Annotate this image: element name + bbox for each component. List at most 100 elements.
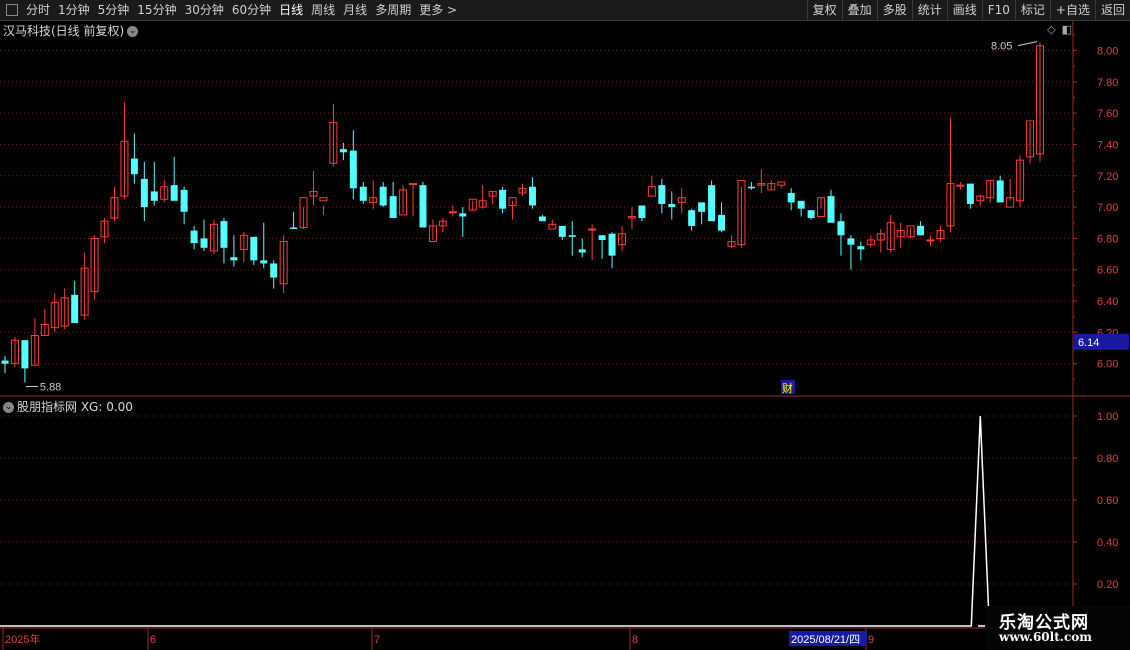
- candle-body-down: [996, 180, 1004, 203]
- period-tab-4[interactable]: 30分钟: [181, 0, 228, 20]
- watermark-line2: www.60lt.com: [999, 630, 1092, 644]
- period-tab-1[interactable]: 1分钟: [54, 0, 94, 20]
- price-tick-label: 6.40: [1097, 296, 1118, 308]
- candle-body-down: [230, 257, 238, 261]
- tool-button-2[interactable]: 多股: [876, 0, 912, 20]
- period-tab-8[interactable]: 月线: [339, 0, 371, 20]
- candle-body-down: [668, 203, 676, 208]
- candle-body-down: [389, 196, 397, 219]
- candle-body-down: [339, 149, 347, 153]
- candle-body-down: [200, 238, 208, 248]
- toolbar: 分时 1分钟 5分钟 15分钟 30分钟 60分钟 日线 周线 月线 多周期 更多 > 复权 叠加 多股…: [0, 0, 1130, 21]
- candle-body-down: [180, 189, 188, 212]
- candle-body-down: [598, 235, 606, 240]
- time-axis-label: 8: [632, 634, 638, 646]
- period-tab-6[interactable]: 日线: [275, 0, 307, 20]
- chart-area: 8.00 7.80 7.60 7.40 7.20 7.00 6.80 6.60 6.40 6.20…: [0, 21, 1130, 650]
- time-axis-label: 9: [868, 634, 874, 646]
- candle-body-down: [568, 235, 576, 237]
- chart-top-icons: ◇ ◧: [1047, 23, 1072, 36]
- candle-body-down: [638, 205, 646, 219]
- tool-button-3[interactable]: 统计: [911, 0, 947, 20]
- candle-body-down: [190, 230, 198, 244]
- cursor-date-label: 2025/08/21/四: [791, 634, 860, 646]
- panel-toggle-icon[interactable]: ◧: [1062, 23, 1072, 36]
- toolbar-tools: 复权 叠加 多股 统计 画线 F10 标记 +自选 返回: [806, 0, 1130, 20]
- toolbar-toggle-icon[interactable]: [6, 4, 18, 16]
- chart-canvas[interactable]: 8.007.807.607.407.207.006.806.606.406.20…: [0, 21, 1130, 650]
- period-tab-10[interactable]: 更多 >: [415, 0, 461, 20]
- candle-body-down: [698, 202, 706, 212]
- indicator-tick-label: 0.60: [1097, 495, 1118, 507]
- candle-body-down: [170, 185, 178, 201]
- finance-marker: 财: [782, 381, 793, 395]
- diamond-icon[interactable]: ◇: [1047, 23, 1055, 36]
- candle-body-down: [827, 196, 835, 223]
- xg-indicator-line: [0, 415, 991, 627]
- min-price-label: 5.88: [40, 381, 61, 393]
- watermark: 乐淘公式网 www.60lt.com: [985, 606, 1130, 650]
- tool-button-0[interactable]: 复权: [806, 0, 842, 20]
- candle-body-down: [270, 263, 278, 278]
- period-tab-2[interactable]: 5分钟: [94, 0, 134, 20]
- candle-body-down: [578, 249, 586, 253]
- candle-body-down: [747, 186, 755, 189]
- period-tab-0[interactable]: 分时: [22, 0, 54, 20]
- max-price-label: 8.05: [991, 41, 1012, 53]
- candle-body-down: [260, 260, 268, 264]
- tool-button-8[interactable]: 返回: [1094, 0, 1130, 20]
- candle-body-down: [130, 158, 138, 175]
- candle-body-down: [807, 210, 815, 219]
- price-tick-label: 6.80: [1097, 233, 1118, 245]
- indicator-title[interactable]: ⌄ 股朋指标网 XG: 0.00: [3, 398, 133, 415]
- price-tick-label: 7.60: [1097, 108, 1118, 120]
- price-tick-label: 7.40: [1097, 139, 1118, 151]
- candle-body-down: [71, 294, 79, 323]
- candle-body-up: [409, 183, 418, 186]
- candle-body-down: [220, 221, 228, 248]
- chevron-down-icon[interactable]: ⌄: [3, 402, 14, 413]
- max-arrow-line: [1017, 41, 1038, 47]
- candle-body-down: [379, 186, 387, 206]
- tool-button-6[interactable]: 标记: [1014, 0, 1050, 20]
- tool-button-7[interactable]: +自选: [1049, 0, 1095, 20]
- period-tab-7[interactable]: 周线: [307, 0, 339, 20]
- candle-body-down: [359, 186, 367, 201]
- price-tick-label: 7.80: [1097, 77, 1118, 89]
- candle-body-up: [448, 211, 457, 214]
- indicator-tick-label: 0.40: [1097, 537, 1118, 549]
- period-tabs: 分时 1分钟 5分钟 15分钟 30分钟 60分钟 日线 周线 月线 多周期 更多 >: [22, 0, 461, 20]
- price-tick-label: 7.00: [1097, 202, 1118, 214]
- tool-button-4[interactable]: 画线: [946, 0, 982, 20]
- candle-body-down: [150, 191, 158, 201]
- tool-button-5[interactable]: F10: [981, 0, 1015, 20]
- period-tab-5[interactable]: 60分钟: [228, 0, 275, 20]
- candle-body-down: [688, 210, 696, 226]
- candle-body-down: [1, 360, 9, 364]
- chart-title[interactable]: 汉马科技(日线 前复权) ⌄: [3, 22, 139, 39]
- candle-body-down: [658, 185, 666, 204]
- candle-body-up: [926, 239, 935, 242]
- candle-body-down: [538, 216, 546, 222]
- candle-body-down: [528, 186, 536, 206]
- candle-body-down: [419, 185, 427, 228]
- current-price-label: 6.14: [1078, 337, 1099, 349]
- candle-body-down: [250, 236, 258, 261]
- candle-body-down: [708, 185, 716, 222]
- indicator-tick-label: 1.00: [1097, 411, 1118, 423]
- candle-body-down: [499, 189, 507, 209]
- price-tick-label: 8.00: [1097, 45, 1118, 57]
- candle-body-up: [777, 181, 786, 186]
- candle-body-down: [290, 227, 298, 230]
- candle-body-down: [857, 246, 865, 250]
- indicator-title-text: 股朋指标网 XG: 0.00: [17, 400, 133, 414]
- time-axis-label: 6: [150, 634, 156, 646]
- candle-body-down: [558, 225, 566, 237]
- candle-body-down: [917, 225, 925, 236]
- tool-button-1[interactable]: 叠加: [841, 0, 877, 20]
- period-tab-3[interactable]: 15分钟: [133, 0, 180, 20]
- price-tick-label: 6.00: [1097, 359, 1118, 371]
- chevron-down-icon[interactable]: ⌄: [127, 26, 139, 37]
- candle-body-down: [349, 150, 357, 189]
- period-tab-9[interactable]: 多周期: [371, 0, 415, 20]
